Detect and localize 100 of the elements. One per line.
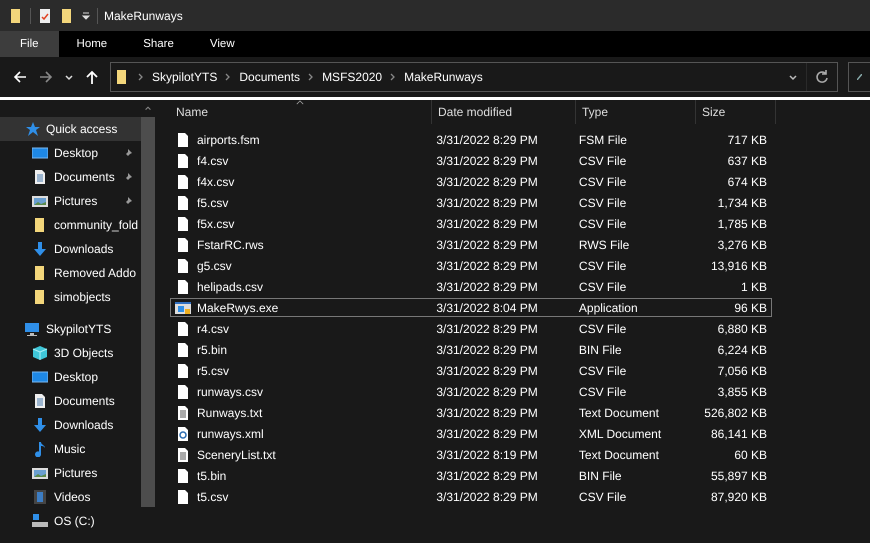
- download-arrow-icon: [32, 241, 48, 257]
- properties-icon[interactable]: [37, 8, 53, 24]
- file-row[interactable]: f4.csv 3/31/2022 8:29 PM CSV File 637 KB: [170, 151, 772, 170]
- chevron-icon[interactable]: [390, 72, 396, 82]
- file-row[interactable]: FstarRC.rws 3/31/2022 8:29 PM RWS File 3,276 KB: [170, 235, 772, 254]
- column-header[interactable]: Name: [170, 100, 432, 124]
- nav-item[interactable]: Videos: [0, 485, 141, 509]
- file-row[interactable]: helipads.csv 3/31/2022 8:29 PM CSV File 1 KB: [170, 277, 772, 296]
- size-cell-text: 6,224 KB: [716, 342, 768, 356]
- ribbon-tab[interactable]: File: [0, 31, 59, 57]
- file-icon: [175, 320, 191, 336]
- text-file-icon: [175, 404, 191, 420]
- file-row[interactable]: runways.xml 3/31/2022 8:29 PM XML Document 86,141 KB: [170, 424, 772, 443]
- breadcrumb[interactable]: MakeRunways: [404, 70, 483, 84]
- nav-item[interactable]: SkypilotYTS: [0, 317, 141, 341]
- nav-item[interactable]: 3D Objects: [0, 341, 141, 365]
- nav-item[interactable]: Pictures: [0, 461, 141, 485]
- text-file-icon: [175, 446, 191, 462]
- ribbon-tab[interactable]: View: [192, 31, 253, 57]
- size-cell-text: 674 KB: [726, 174, 768, 188]
- column-header[interactable]: Date modified: [432, 100, 576, 124]
- nav-item[interactable]: Downloads: [0, 413, 141, 437]
- nav-item[interactable]: Documents: [0, 389, 141, 413]
- ribbon-tab[interactable]: Home: [58, 31, 126, 57]
- back-icon[interactable]: [12, 69, 28, 85]
- cube-icon: [32, 345, 48, 361]
- forward-icon[interactable]: [38, 69, 54, 85]
- date-cell-text: 3/31/2022 8:29 PM: [435, 174, 539, 188]
- type-cell-text: Text Document: [578, 448, 660, 462]
- file-row[interactable]: f5.csv 3/31/2022 8:29 PM CSV File 1,734 KB: [170, 193, 772, 212]
- file-row[interactable]: airports.fsm 3/31/2022 8:29 PM FSM File 717 KB: [170, 130, 772, 149]
- type-cell-text: Text Document: [578, 406, 660, 420]
- column-header[interactable]: Size: [696, 100, 776, 124]
- nav-item[interactable]: community_fold: [0, 213, 141, 237]
- nav-item[interactable]: simobjects: [0, 285, 141, 309]
- file-name: runways.csv: [197, 384, 264, 398]
- nav-item[interactable]: Quick access: [0, 117, 141, 141]
- file-name: helipads.csv: [197, 280, 264, 294]
- file-row[interactable]: t5.bin 3/31/2022 8:29 PM BIN File 55,897 KB: [170, 466, 772, 485]
- date-cell-text: 3/31/2022 8:19 PM: [435, 448, 539, 462]
- column-header[interactable]: Type: [576, 100, 696, 124]
- nav-item[interactable]: Pictures: [0, 189, 141, 213]
- file-row[interactable]: g5.csv 3/31/2022 8:29 PM CSV File 13,916 KB: [170, 256, 772, 275]
- file-name: SceneryList.txt: [197, 448, 276, 462]
- chevron-icon[interactable]: [308, 72, 314, 82]
- size-cell-text: 717 KB: [726, 132, 768, 146]
- size-cell-text: 1 KB: [740, 280, 768, 294]
- nav-item[interactable]: Desktop: [0, 141, 141, 165]
- chevron-icon[interactable]: [138, 72, 144, 82]
- chevron-icon[interactable]: [225, 72, 232, 82]
- file-name: airports.fsm: [197, 132, 260, 146]
- breadcrumb[interactable]: MSFS2020: [322, 70, 382, 84]
- nav-item[interactable]: Downloads: [0, 237, 141, 261]
- nav-item[interactable]: Documents: [0, 165, 141, 189]
- xml-file-icon: [175, 426, 191, 442]
- type-cell-text: CSV File: [578, 280, 628, 294]
- up-icon[interactable]: [84, 69, 100, 85]
- star-icon: [24, 121, 40, 137]
- type-cell-text: CSV File: [578, 364, 628, 378]
- date-cell-text: 3/31/2022 8:29 PM: [435, 406, 539, 420]
- file-row[interactable]: SceneryList.txt 3/31/2022 8:19 PM Text Document 60 KB: [170, 445, 772, 464]
- size-cell-text: 86,141 KB: [710, 426, 768, 440]
- date-cell-text: 3/31/2022 8:29 PM: [435, 196, 539, 210]
- scroll-up-icon[interactable]: [144, 104, 152, 112]
- scrollbar[interactable]: [141, 117, 155, 507]
- file-name: g5.csv: [197, 258, 232, 272]
- file-icon: [175, 362, 191, 378]
- file-row[interactable]: f4x.csv 3/31/2022 8:29 PM CSV File 674 KB: [170, 172, 772, 191]
- file-row[interactable]: r5.bin 3/31/2022 8:29 PM BIN File 6,224 KB: [170, 340, 772, 359]
- file-row[interactable]: f5x.csv 3/31/2022 8:29 PM CSV File 1,785 KB: [170, 214, 772, 233]
- type-cell-text: CSV File: [578, 216, 628, 230]
- date-cell-text: 3/31/2022 8:29 PM: [435, 384, 539, 398]
- file-row[interactable]: MakeRwys.exe 3/31/2022 8:04 PM Application 96 KB: [170, 298, 772, 317]
- date-cell-text: 3/31/2022 8:29 PM: [435, 132, 539, 146]
- file-icon: [175, 236, 191, 252]
- nav-item[interactable]: Desktop: [0, 365, 141, 389]
- file-row[interactable]: t5.csv 3/31/2022 8:29 PM CSV File 87,920 KB: [170, 487, 772, 506]
- file-icon: [175, 258, 191, 274]
- nav-item[interactable]: OS (C:): [0, 509, 141, 533]
- file-row[interactable]: r4.csv 3/31/2022 8:29 PM CSV File 6,880 KB: [170, 319, 772, 338]
- breadcrumb[interactable]: Documents: [239, 70, 300, 84]
- nav-item[interactable]: Music: [0, 437, 141, 461]
- date-cell-text: 3/31/2022 8:29 PM: [435, 364, 539, 378]
- ribbon-tab[interactable]: Share: [125, 31, 192, 57]
- file-icon: [175, 468, 191, 484]
- nav-item[interactable]: Removed Addo: [0, 261, 141, 285]
- file-icon: [175, 152, 191, 168]
- size-cell-text: 96 KB: [733, 300, 768, 314]
- address-bar[interactable]: SkypilotYTS Documents MSFS2020 MakeRunways: [110, 62, 838, 92]
- file-name: f5.csv: [197, 196, 228, 210]
- search-field[interactable]: [848, 62, 870, 92]
- date-cell-text: 3/31/2022 8:29 PM: [435, 258, 539, 272]
- file-icon: [175, 194, 191, 210]
- dropdown-icon[interactable]: [81, 10, 91, 20]
- file-name: r4.csv: [197, 322, 230, 336]
- file-row[interactable]: runways.csv 3/31/2022 8:29 PM CSV File 3,855 KB: [170, 382, 772, 401]
- breadcrumb[interactable]: SkypilotYTS: [152, 70, 218, 84]
- file-row[interactable]: Runways.txt 3/31/2022 8:29 PM Text Document 526,802 KB: [170, 403, 772, 422]
- file-row[interactable]: r5.csv 3/31/2022 8:29 PM CSV File 7,056 KB: [170, 361, 772, 380]
- type-cell-text: FSM File: [578, 132, 628, 146]
